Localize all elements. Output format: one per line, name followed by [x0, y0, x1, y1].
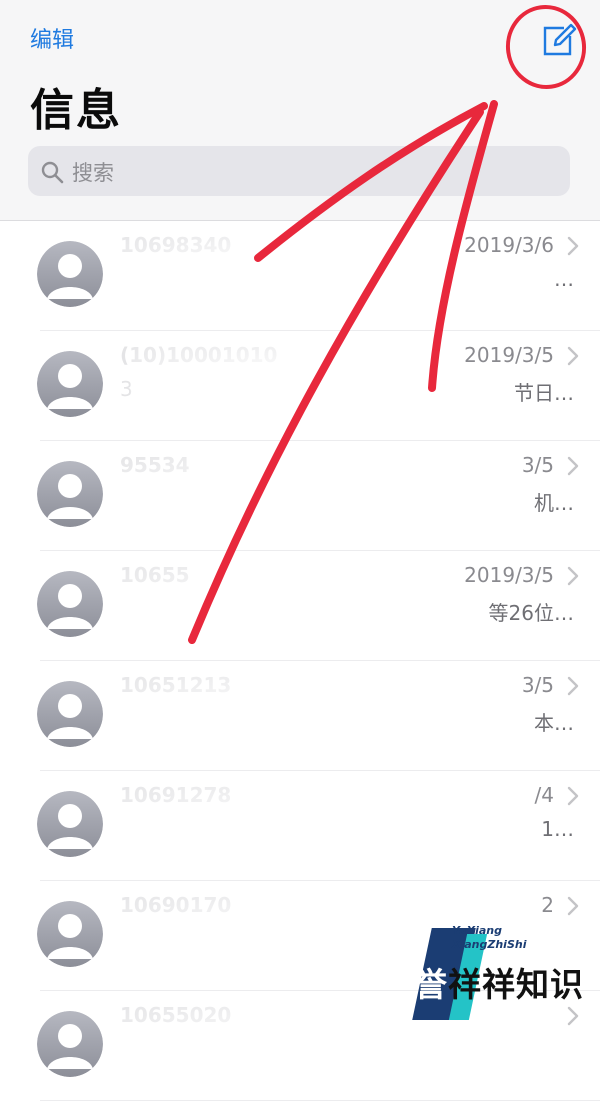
- person-avatar-icon: [37, 681, 103, 747]
- conversation-date: 2019/3/5: [464, 343, 554, 367]
- page-title: 信息: [30, 85, 122, 136]
- conversation-sender: 10690170: [120, 893, 232, 917]
- person-avatar-icon: [37, 571, 103, 637]
- conversation-row[interactable]: 10691278/4 1…: [0, 771, 600, 881]
- search-bar[interactable]: 搜索: [28, 146, 570, 196]
- watermark-line2: XiangZhiShi: [452, 938, 527, 951]
- conversation-sender: 95534: [120, 453, 190, 477]
- conversation-preview-end: 本…: [534, 711, 574, 735]
- watermark-logo: YuXiang XiangZhiShi 誉祥祥知识: [412, 922, 584, 1026]
- chevron-right-icon: [567, 566, 579, 586]
- conversation-date: 2: [541, 893, 554, 917]
- person-avatar-icon: [37, 241, 103, 307]
- watermark-first-char: 誉: [414, 965, 448, 1004]
- conversation-sender: (10)10001010: [120, 343, 278, 367]
- conversation-date: /4: [534, 783, 554, 807]
- conversation-preview-end: 1…: [541, 817, 574, 841]
- conversation-sender: 10651213: [120, 673, 232, 697]
- conversation-sender: 10698340: [120, 233, 232, 257]
- conversation-row[interactable]: 10655 2019/3/5 等26位…: [0, 551, 600, 661]
- chevron-right-icon: [567, 896, 579, 916]
- person-avatar-icon: [37, 461, 103, 527]
- conversation-preview-end: 节日…: [514, 381, 574, 405]
- conversation-sender: 10655: [120, 563, 190, 587]
- conversation-row[interactable]: 95534 3/5 机…: [0, 441, 600, 551]
- conversation-sender: 10655020: [120, 1003, 232, 1027]
- conversation-row[interactable]: (10)10001010 2019/3/5 3 节日…: [0, 331, 600, 441]
- watermark-text: 誉祥祥知识: [414, 958, 584, 1006]
- search-placeholder: 搜索: [72, 161, 114, 185]
- search-icon: [41, 161, 64, 184]
- conversation-row[interactable]: 10651213 3/5 本…: [0, 661, 600, 771]
- conversation-preview-end: 机…: [534, 491, 574, 515]
- edit-button[interactable]: 编辑: [30, 22, 74, 54]
- chevron-right-icon: [567, 346, 579, 366]
- watermark-line1: YuXiang: [452, 924, 502, 937]
- conversation-preview-end: …: [554, 267, 574, 291]
- conversation-date: 3/5: [521, 673, 554, 697]
- conversation-list: 10698340 2019/3/6… (10)10001010 2019/3/5 3 节日…: [0, 221, 600, 1101]
- conversation-date: 3/5: [521, 453, 554, 477]
- chevron-right-icon: [567, 786, 579, 806]
- compose-button[interactable]: [536, 18, 580, 62]
- person-avatar-icon: [37, 791, 103, 857]
- navigation-header: 编辑 信息 搜索: [0, 0, 600, 221]
- watermark-rest: 祥祥知识: [448, 965, 584, 1004]
- conversation-preview: 3: [120, 377, 133, 401]
- chevron-right-icon: [567, 236, 579, 256]
- conversation-row[interactable]: 10698340 2019/3/6…: [0, 221, 600, 331]
- conversation-date: 2019/3/6: [464, 233, 554, 257]
- person-avatar-icon: [37, 351, 103, 417]
- conversation-sender: 10691278: [120, 783, 232, 807]
- chevron-right-icon: [567, 456, 579, 476]
- person-avatar-icon: [37, 1011, 103, 1077]
- compose-icon: [543, 23, 577, 56]
- chevron-right-icon: [567, 676, 579, 696]
- conversation-date: 2019/3/5: [464, 563, 554, 587]
- conversation-preview-end: 等26位…: [488, 601, 574, 625]
- person-avatar-icon: [37, 901, 103, 967]
